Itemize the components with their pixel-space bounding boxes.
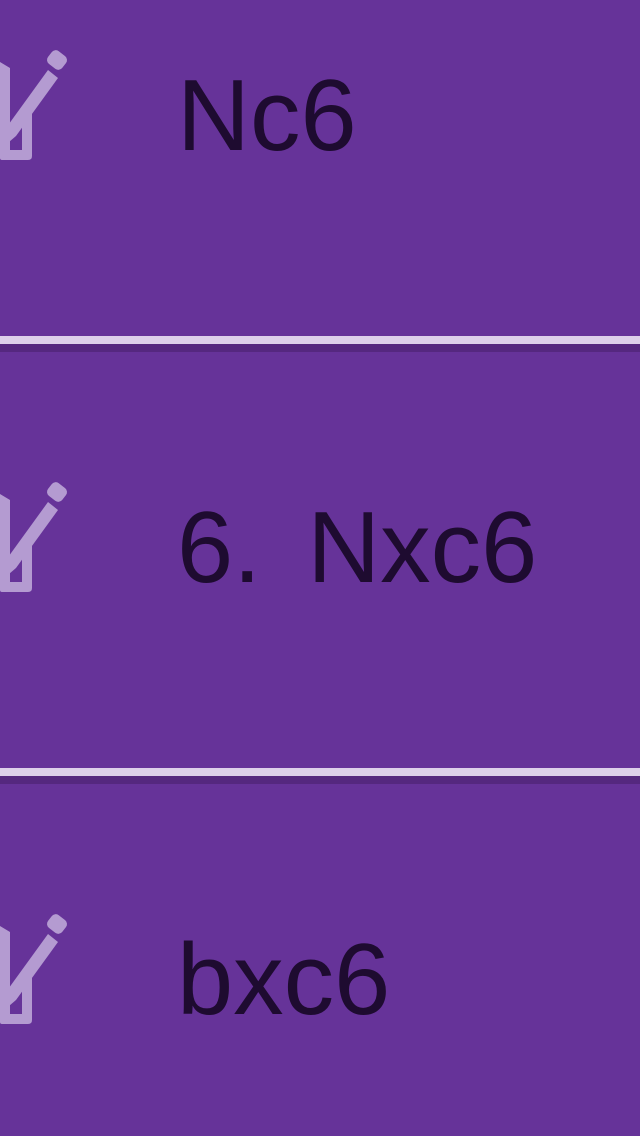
move-list: Nc6 6. Nxc6 bxc6 bbox=[0, 0, 640, 1136]
move-row[interactable]: bxc6 bbox=[0, 784, 640, 1136]
move-san: Nc6 bbox=[177, 60, 357, 172]
row-divider bbox=[0, 768, 640, 784]
edit-icon[interactable] bbox=[0, 28, 70, 164]
move-san: Nxc6 bbox=[307, 492, 538, 604]
move-san: bxc6 bbox=[177, 924, 391, 1036]
move-row[interactable]: Nc6 bbox=[0, 0, 640, 336]
edit-icon[interactable] bbox=[0, 892, 70, 1028]
move-row[interactable]: 6. Nxc6 bbox=[0, 352, 640, 768]
move-notation: bxc6 bbox=[177, 930, 390, 1031]
move-number: 6. bbox=[177, 492, 262, 604]
edit-icon[interactable] bbox=[0, 460, 70, 596]
move-notation: Nc6 bbox=[177, 66, 357, 167]
row-divider bbox=[0, 336, 640, 352]
move-notation: 6. Nxc6 bbox=[177, 498, 537, 599]
